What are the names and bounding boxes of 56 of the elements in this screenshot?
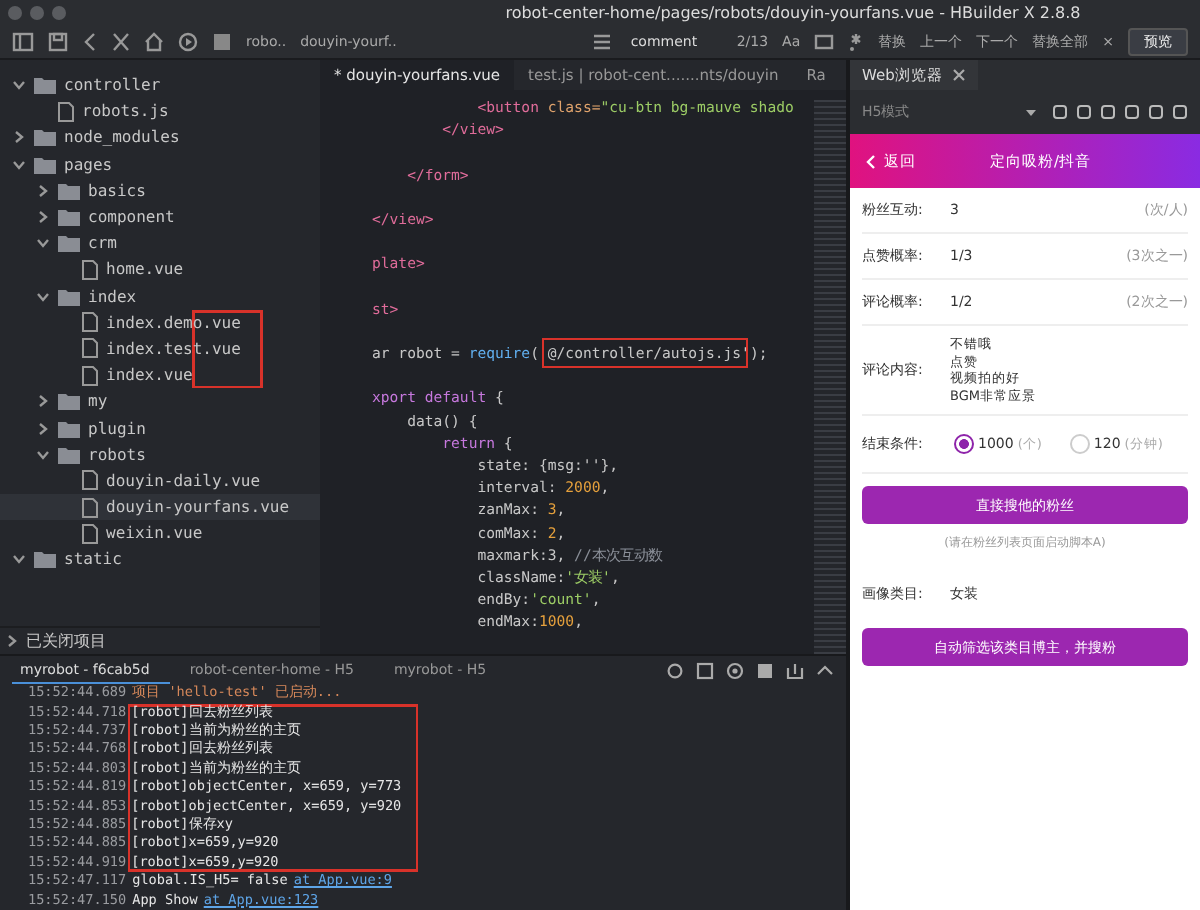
back-icon bbox=[866, 153, 876, 169]
back-icon[interactable] bbox=[82, 31, 98, 51]
chevron-icon[interactable] bbox=[36, 421, 50, 436]
chevron-icon[interactable] bbox=[36, 210, 50, 225]
tree-item[interactable]: my bbox=[0, 388, 320, 415]
export-icon[interactable] bbox=[786, 661, 804, 680]
caret-icon bbox=[1026, 107, 1036, 117]
folder-icon bbox=[34, 76, 56, 95]
tree-item[interactable]: node_modules bbox=[0, 124, 320, 152]
settings-icon[interactable] bbox=[666, 661, 684, 680]
target-icon[interactable] bbox=[726, 661, 744, 680]
tree-item[interactable]: pages bbox=[0, 151, 320, 178]
folder-icon bbox=[34, 550, 56, 569]
tree-item[interactable]: index bbox=[0, 283, 320, 310]
folder-icon bbox=[58, 419, 80, 438]
chevron-icon[interactable] bbox=[36, 183, 50, 198]
play-icon[interactable] bbox=[178, 31, 198, 51]
stop-icon[interactable] bbox=[756, 661, 774, 680]
regex-icon[interactable] bbox=[848, 31, 865, 51]
radio-button[interactable] bbox=[954, 434, 974, 454]
tree-item[interactable]: robots bbox=[0, 441, 320, 468]
folder-icon bbox=[58, 445, 80, 464]
collapse-icon[interactable] bbox=[816, 661, 834, 680]
folder-icon bbox=[34, 128, 56, 147]
save-icon[interactable] bbox=[48, 31, 68, 51]
tree-item[interactable]: robots.js bbox=[0, 98, 320, 125]
tree-item[interactable]: home.vue bbox=[0, 256, 320, 283]
tree-item[interactable]: basics bbox=[0, 177, 320, 204]
chevron-icon[interactable] bbox=[36, 289, 50, 304]
tree-item[interactable]: douyin-daily.vue bbox=[0, 467, 320, 494]
folder-icon bbox=[58, 208, 80, 227]
sidebar-toggle-icon[interactable] bbox=[12, 31, 34, 51]
folder-icon bbox=[58, 234, 80, 253]
menu-icon[interactable] bbox=[592, 31, 613, 51]
tree-item[interactable]: crm bbox=[0, 230, 320, 257]
tree-item[interactable]: weixin.vue bbox=[0, 520, 320, 547]
chevron-icon[interactable] bbox=[12, 78, 26, 93]
tree-item[interactable]: static bbox=[0, 546, 320, 574]
close-icon[interactable] bbox=[952, 68, 967, 82]
folder-icon bbox=[58, 181, 80, 200]
tree-item[interactable]: component bbox=[0, 203, 320, 231]
chevron-icon[interactable] bbox=[36, 394, 50, 409]
close-icon[interactable] bbox=[112, 31, 130, 51]
chevron-icon[interactable] bbox=[36, 447, 50, 462]
closed-projects-item[interactable]: 已关闭项目 bbox=[26, 630, 106, 652]
tree-item[interactable]: controller bbox=[0, 72, 320, 99]
tree-item[interactable]: douyin-yourfans.vue bbox=[0, 494, 320, 521]
chevron-icon[interactable] bbox=[12, 552, 26, 567]
folder-icon bbox=[34, 155, 56, 174]
chevron-icon[interactable] bbox=[12, 130, 26, 145]
chevron-icon[interactable] bbox=[36, 236, 50, 251]
home-icon[interactable] bbox=[144, 31, 164, 51]
chevron-icon[interactable] bbox=[12, 157, 26, 172]
window-title: robot-center-home/pages/robots/douyin-yourfans.vue - HBuilder X 2.8.8 bbox=[503, 3, 1083, 21]
chevron-icon[interactable] bbox=[6, 634, 18, 648]
tree-item[interactable]: plugin bbox=[0, 414, 320, 442]
